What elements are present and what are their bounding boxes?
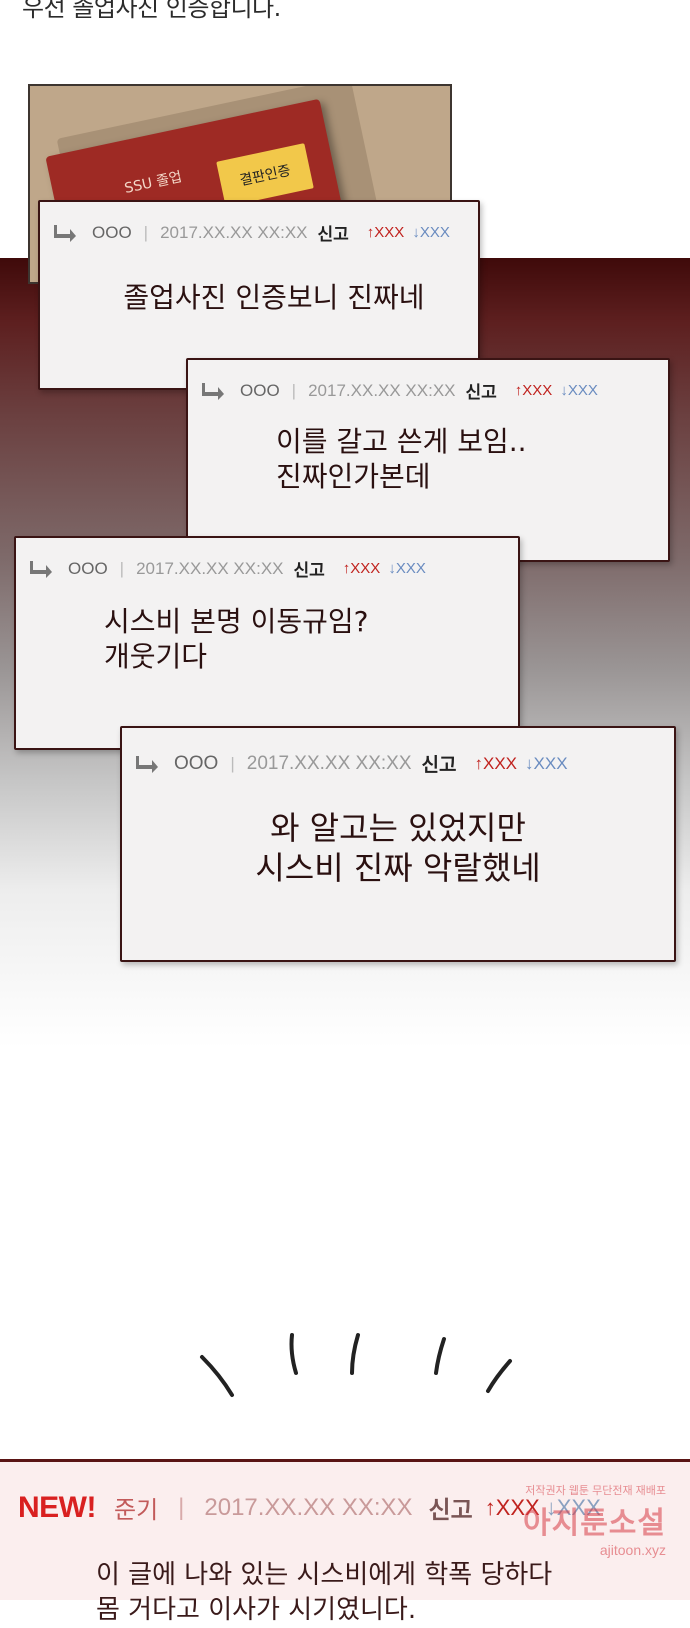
comment-user[interactable]: OOO bbox=[174, 753, 218, 775]
comment-text: 시스비 본명 이동규임? 개웃기다 bbox=[104, 604, 518, 674]
new-comment-meta: NEW! 준기 | 2017.XX.XX XX:XX 신고 ↑XXX ↓XXX bbox=[18, 1490, 601, 1525]
meta-separator: | bbox=[230, 753, 235, 773]
meta-separator: | bbox=[178, 1493, 185, 1521]
comment-date: 2017.XX.XX XX:XX bbox=[308, 380, 456, 400]
new-comment-panel: NEW! 준기 | 2017.XX.XX XX:XX 신고 ↑XXX ↓XXX … bbox=[0, 1459, 690, 1625]
report-button[interactable]: 신고 bbox=[422, 750, 457, 777]
comment-user[interactable]: OOO bbox=[68, 559, 108, 579]
comment-date: 2017.XX.XX XX:XX bbox=[246, 752, 412, 774]
report-button[interactable]: 신고 bbox=[318, 220, 349, 245]
comment-meta: OOO | 2017.XX.XX XX:XX 신고 ↑XXX ↓XXX bbox=[202, 378, 654, 403]
intro-text: 우선 졸업사진 인증합니다. bbox=[22, 0, 281, 22]
comment-date: 2017.XX.XX XX:XX bbox=[160, 222, 308, 242]
comment-line: 졸업사진 인증보니 진짜네 bbox=[123, 281, 425, 314]
comment-card-4: OOO | 2017.XX.XX XX:XX 신고 ↑XXX ↓XXX 와 알고… bbox=[120, 726, 676, 962]
comment-line: 이 글에 나와 있는 시스비에게 학폭 당하다 bbox=[96, 1560, 553, 1590]
upvote-button[interactable]: ↑XXX bbox=[475, 754, 518, 774]
reply-arrow-icon bbox=[202, 382, 224, 400]
comment-user[interactable]: OOO bbox=[92, 223, 132, 243]
comment-user[interactable]: 준기 bbox=[114, 1490, 158, 1525]
upvote-button[interactable]: ↑XXX bbox=[343, 560, 381, 577]
comment-line: 시스비 본명 이동규임? bbox=[104, 605, 369, 638]
reply-arrow-icon bbox=[54, 224, 76, 242]
meta-separator: | bbox=[291, 380, 297, 400]
comment-text: 와 알고는 있었지만 시스비 진짜 악랄했네 bbox=[122, 808, 674, 888]
report-button[interactable]: 신고 bbox=[466, 378, 497, 403]
comment-date: 2017.XX.XX XX:XX bbox=[204, 1493, 413, 1521]
comment-text: 졸업사진 인증보니 진짜네 bbox=[90, 280, 458, 315]
new-comment-text: 이 글에 나와 있는 시스비에게 학폭 당하다 몸 거다고 이사가 시기였니다. bbox=[96, 1558, 552, 1628]
watermark-url: ajitoon.xyz bbox=[599, 1542, 666, 1558]
downvote-button[interactable]: ↓XXX bbox=[560, 382, 598, 399]
upvote-button[interactable]: ↑XXX bbox=[367, 224, 405, 241]
report-button[interactable]: 신고 bbox=[294, 556, 325, 581]
comment-meta: OOO | 2017.XX.XX XX:XX 신고 ↑XXX ↓XXX bbox=[30, 556, 504, 581]
watermark-logo: 아지툰소설 bbox=[523, 1507, 666, 1540]
comment-line: 이를 갈고 쓴게 보임.. bbox=[276, 425, 527, 458]
comment-line: 몸 거다고 이사가 시기였니다. bbox=[96, 1595, 417, 1626]
site-watermark: 저작권자 웹툰 무단전재 재배포 아지툰소설 ajitoon.xyz bbox=[523, 1482, 666, 1558]
comment-line: 개웃기다 bbox=[104, 640, 208, 673]
comment-date: 2017.XX.XX XX:XX bbox=[136, 558, 284, 578]
comment-card-3: OOO | 2017.XX.XX XX:XX 신고 ↑XXX ↓XXX 시스비 … bbox=[14, 536, 520, 750]
comment-meta: OOO | 2017.XX.XX XX:XX 신고 ↑XXX ↓XXX bbox=[54, 220, 464, 245]
meta-separator: | bbox=[119, 558, 125, 578]
reply-arrow-icon bbox=[136, 755, 158, 773]
comment-line: 진짜인가본데 bbox=[276, 460, 431, 493]
report-button[interactable]: 신고 bbox=[429, 1490, 473, 1525]
comment-card-2: OOO | 2017.XX.XX XX:XX 신고 ↑XXX ↓XXX 이를 갈… bbox=[186, 358, 670, 562]
downvote-button[interactable]: ↓XXX bbox=[388, 560, 426, 577]
comment-user[interactable]: OOO bbox=[240, 381, 280, 401]
downvote-button[interactable]: ↓XXX bbox=[525, 754, 568, 774]
reply-arrow-icon bbox=[30, 560, 52, 578]
tension-lines-icon bbox=[200, 1333, 512, 1397]
comment-text: 이를 갈고 쓴게 보임.. 진짜인가본데 bbox=[276, 424, 668, 494]
new-badge: NEW! bbox=[18, 1490, 96, 1524]
comment-meta: OOO | 2017.XX.XX XX:XX 신고 ↑XXX ↓XXX bbox=[136, 750, 660, 777]
comment-line: 시스비 진짜 악랄했네 bbox=[255, 849, 541, 887]
watermark-notice: 저작권자 웹툰 무단전재 재배포 bbox=[525, 1485, 666, 1497]
upvote-button[interactable]: ↑XXX bbox=[515, 382, 553, 399]
downvote-button[interactable]: ↓XXX bbox=[412, 224, 450, 241]
meta-separator: | bbox=[143, 222, 149, 242]
comment-line: 와 알고는 있었지만 bbox=[270, 809, 526, 847]
